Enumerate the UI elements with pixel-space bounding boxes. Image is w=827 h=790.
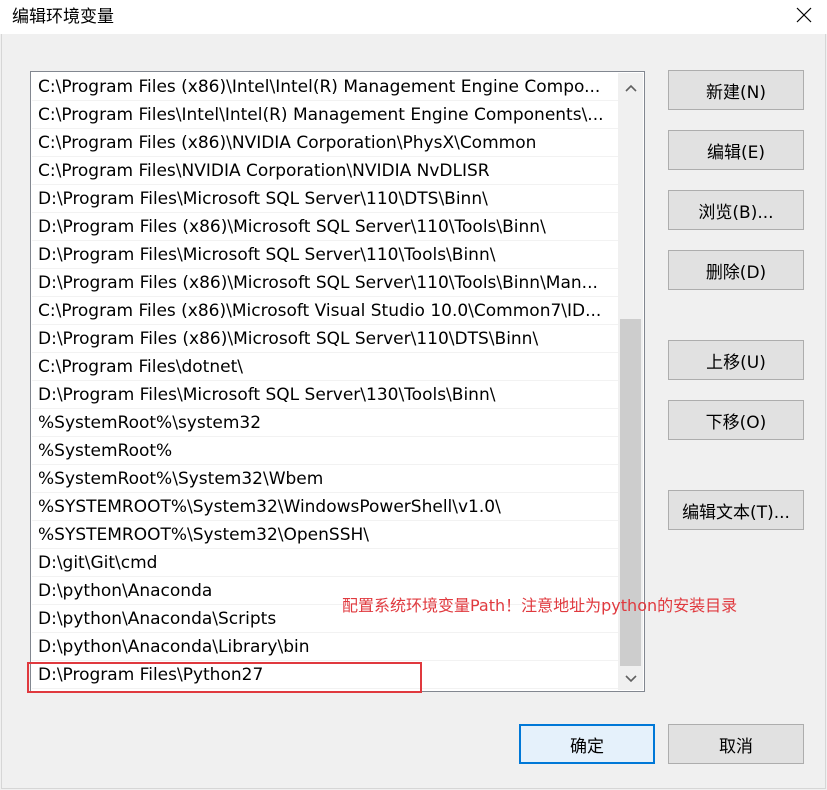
path-list-item[interactable]: D:\git\Git\cmd (32, 549, 619, 577)
delete-button[interactable]: 删除(D) (668, 250, 804, 290)
path-list-item[interactable]: C:\Program Files (x86)\Intel\Intel(R) Ma… (32, 73, 619, 101)
path-list-item[interactable]: %SYSTEMROOT%\System32\WindowsPowerShell\… (32, 493, 619, 521)
path-list-item[interactable]: D:\Program Files\Microsoft SQL Server\11… (32, 185, 619, 213)
path-list-item[interactable]: %SYSTEMROOT%\System32\OpenSSH\ (32, 521, 619, 549)
edit-button[interactable]: 编辑(E) (668, 130, 804, 170)
scroll-down-button[interactable] (618, 664, 643, 690)
title-bar: 编辑环境变量 (0, 0, 827, 34)
scroll-up-button[interactable] (618, 73, 643, 99)
path-list-item[interactable]: D:\Program Files (x86)\Microsoft SQL Ser… (32, 325, 619, 353)
window-title: 编辑环境变量 (12, 7, 114, 27)
path-list-item[interactable]: C:\Program Files\Intel\Intel(R) Manageme… (32, 101, 619, 129)
annotation-text: 配置系统环境变量Path！注意地址为python的安装目录 (342, 596, 738, 615)
edit-text-button[interactable]: 编辑文本(T)... (668, 490, 804, 530)
close-button[interactable] (781, 0, 827, 34)
move-up-button[interactable]: 上移(U) (668, 340, 804, 380)
path-list-item[interactable]: %SystemRoot%\system32 (32, 409, 619, 437)
move-down-button[interactable]: 下移(O) (668, 400, 804, 440)
close-icon (796, 7, 812, 27)
browse-button[interactable]: 浏览(B)... (668, 190, 804, 230)
path-list-item[interactable]: D:\Program Files\Microsoft SQL Server\13… (32, 381, 619, 409)
ok-button[interactable]: 确定 (519, 724, 655, 764)
path-list-item[interactable]: D:\Program Files\Microsoft SQL Server\11… (32, 241, 619, 269)
path-list-item[interactable]: D:\Program Files (x86)\Microsoft SQL Ser… (32, 213, 619, 241)
chevron-down-icon (624, 668, 637, 687)
path-list-item[interactable]: C:\Program Files\NVIDIA Corporation\NVID… (32, 157, 619, 185)
path-list-item[interactable]: C:\Program Files (x86)\Microsoft Visual … (32, 297, 619, 325)
path-list-item[interactable]: %SystemRoot% (32, 437, 619, 465)
path-list-item[interactable]: C:\Program Files\dotnet\ (32, 353, 619, 381)
path-list-item[interactable]: C:\Program Files (x86)\NVIDIA Corporatio… (32, 129, 619, 157)
cancel-button[interactable]: 取消 (668, 724, 804, 764)
new-button[interactable]: 新建(N) (668, 70, 804, 110)
path-list-item[interactable]: D:\Program Files (x86)\Microsoft SQL Ser… (32, 269, 619, 297)
path-list-item[interactable]: %SystemRoot%\System32\Wbem (32, 465, 619, 493)
path-list-item[interactable]: D:\Program Files\Python27 (32, 661, 619, 689)
chevron-up-icon (624, 77, 637, 96)
path-list-item[interactable]: D:\python\Anaconda\Library\bin (32, 633, 619, 661)
